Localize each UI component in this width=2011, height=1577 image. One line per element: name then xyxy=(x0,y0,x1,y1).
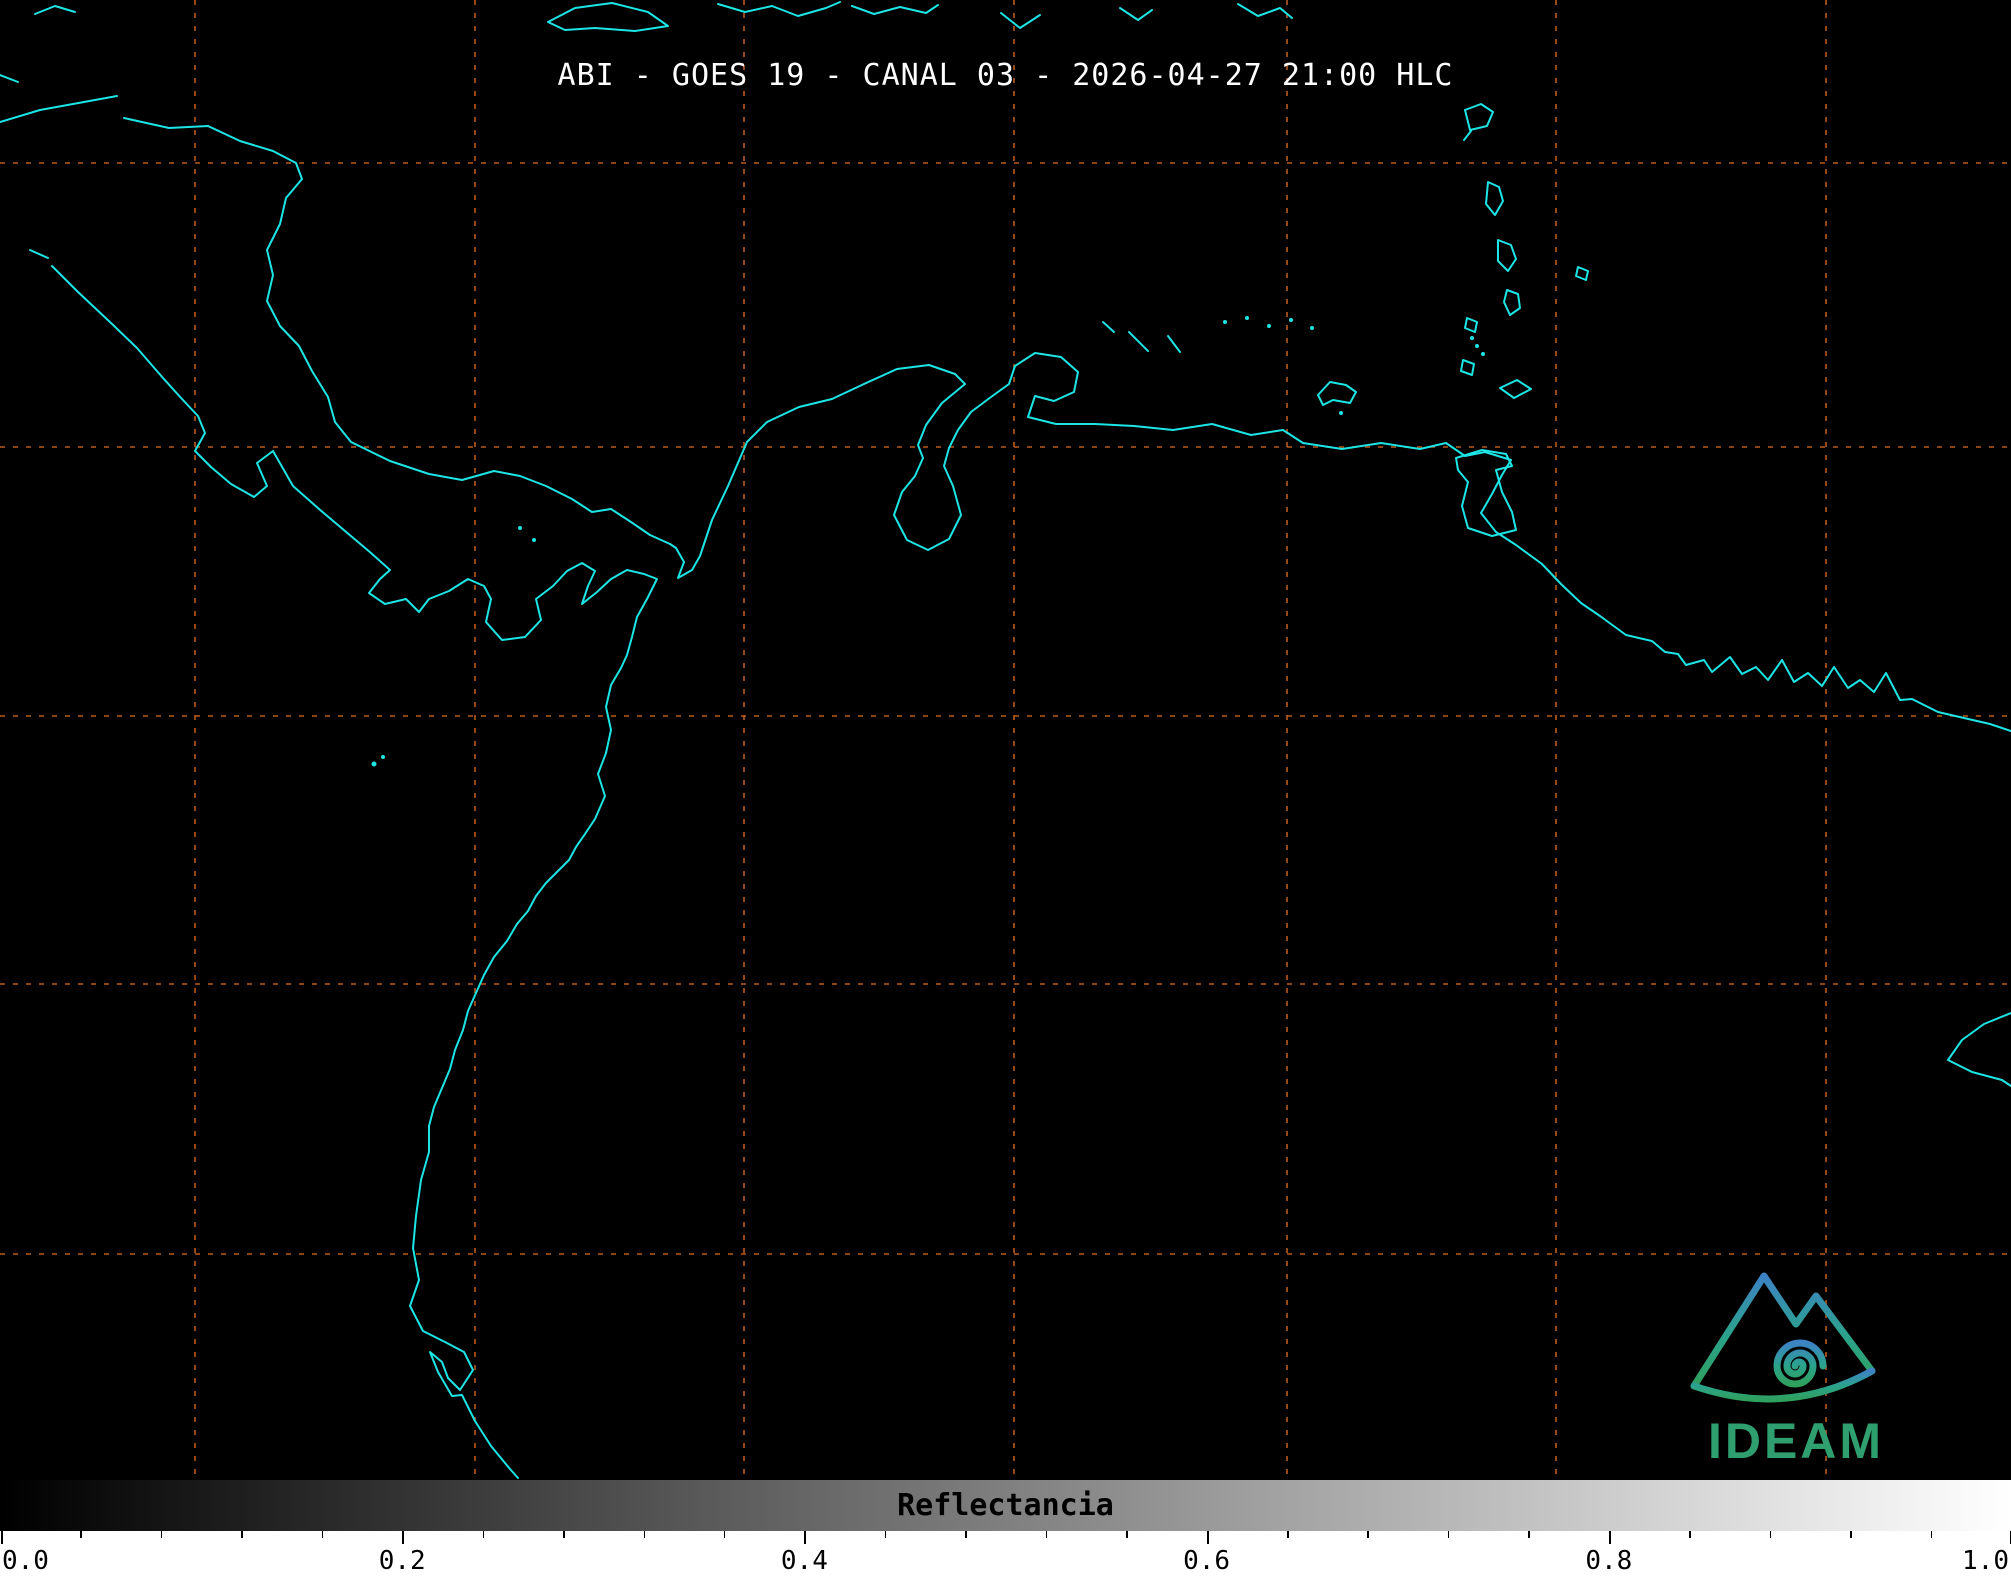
colorbar-minor-tick xyxy=(161,1531,163,1538)
colorbar-minor-tick xyxy=(322,1531,324,1538)
coastline-tobago xyxy=(1500,380,1531,398)
colorbar-tick-label: 0.4 xyxy=(781,1546,828,1576)
coastline-guadeloupe xyxy=(1464,104,1493,140)
coastline-trinidad xyxy=(1456,450,1516,536)
colorbar: Reflectancia xyxy=(0,1480,2011,1531)
la-orchila-islet xyxy=(1310,326,1314,330)
coastline-curacao xyxy=(1129,332,1148,351)
logo-hurricane-spiral-icon xyxy=(1777,1343,1823,1384)
los-roques-islet xyxy=(1267,324,1271,328)
los-roques-islet xyxy=(1245,316,1249,320)
colorbar-minor-tick xyxy=(1046,1531,1048,1538)
coastline-caribbean-south-america xyxy=(124,118,2011,731)
coastline-right-edge-fragment xyxy=(1948,1013,2011,1086)
pacific-islet xyxy=(381,755,385,759)
colorbar-minor-tick xyxy=(241,1531,243,1538)
coastline-barbados xyxy=(1576,267,1588,280)
colorbar-major-tick xyxy=(1,1531,3,1544)
image-title: ABI - GOES 19 - CANAL 03 - 2026-04-27 21… xyxy=(0,58,2011,93)
pacific-islet xyxy=(372,762,377,767)
coastline-martinique xyxy=(1498,240,1516,271)
coastline-hispaniola-fragment xyxy=(718,2,840,16)
colorbar-minor-tick xyxy=(483,1531,485,1538)
coastline-jamaica xyxy=(548,3,668,31)
coastline-hispaniola-hook xyxy=(1001,13,1040,28)
colorbar-tick-label: 0.0 xyxy=(2,1546,49,1576)
los-roques-islet xyxy=(1289,318,1293,322)
san-blas-islet xyxy=(518,526,522,530)
coastline-st-vincent xyxy=(1465,318,1477,332)
coastline-bonaire xyxy=(1168,336,1180,352)
colorbar-major-tick xyxy=(804,1531,806,1544)
san-blas-islet xyxy=(532,538,536,542)
colorbar-minor-tick xyxy=(724,1531,726,1538)
coastline-hispaniola-fragment xyxy=(852,5,938,14)
colorbar-tick-label: 0.8 xyxy=(1585,1546,1632,1576)
colorbar-minor-tick xyxy=(1689,1531,1691,1538)
grenadines-islet xyxy=(1481,352,1485,356)
colorbar-axis: 0.0 0.2 0.4 0.6 0.8 1.0 xyxy=(0,1531,2011,1577)
colorbar-tick-label: 0.6 xyxy=(1183,1546,1230,1576)
coastline-puerto-rico-fragment xyxy=(1120,8,1152,20)
colorbar-tick-label: 0.2 xyxy=(379,1546,426,1576)
logo-wordmark: IDEAM xyxy=(1708,1413,1884,1469)
coastline-aruba xyxy=(1103,322,1114,332)
colorbar-minor-tick xyxy=(965,1531,967,1538)
logo-mountain-icon xyxy=(1694,1276,1872,1386)
colorbar-minor-tick xyxy=(1126,1531,1128,1538)
grenadines-islet xyxy=(1470,336,1474,340)
satellite-image-viewport: ABI - GOES 19 - CANAL 03 - 2026-04-27 21… xyxy=(0,0,2011,1577)
colorbar-minor-tick xyxy=(1770,1531,1772,1538)
los-roques-islet xyxy=(1223,320,1227,324)
colorbar-label: Reflectancia xyxy=(0,1488,2011,1523)
colorbar-minor-tick xyxy=(1850,1531,1852,1538)
grenadines-islet xyxy=(1475,344,1479,348)
coastline-honduras-fragment xyxy=(0,96,117,122)
colorbar-minor-tick xyxy=(1367,1531,1369,1538)
colorbar-major-tick xyxy=(1207,1531,1209,1544)
colorbar-tick-label: 1.0 xyxy=(1962,1546,2009,1576)
coche-islet xyxy=(1339,411,1343,415)
colorbar-minor-tick xyxy=(644,1531,646,1538)
coastline-top-island-fragment xyxy=(1238,4,1292,18)
colorbar-minor-tick xyxy=(563,1531,565,1538)
ideam-logo: IDEAM xyxy=(1672,1246,1920,1478)
colorbar-minor-tick xyxy=(885,1531,887,1538)
colorbar-minor-tick xyxy=(1931,1531,1933,1538)
colorbar-major-tick xyxy=(1609,1531,1611,1544)
colorbar-minor-tick xyxy=(1287,1531,1289,1538)
colorbar-minor-tick xyxy=(80,1531,82,1538)
colorbar-minor-tick xyxy=(1448,1531,1450,1538)
colorbar-major-tick xyxy=(402,1531,404,1544)
coastline-margarita xyxy=(1318,382,1356,405)
coastline-st-lucia xyxy=(1504,290,1520,315)
coastline-top-left-fragment xyxy=(35,6,75,14)
coastline-grenada xyxy=(1461,360,1474,375)
colorbar-minor-tick xyxy=(1528,1531,1530,1538)
coastline-dominica xyxy=(1486,182,1503,215)
